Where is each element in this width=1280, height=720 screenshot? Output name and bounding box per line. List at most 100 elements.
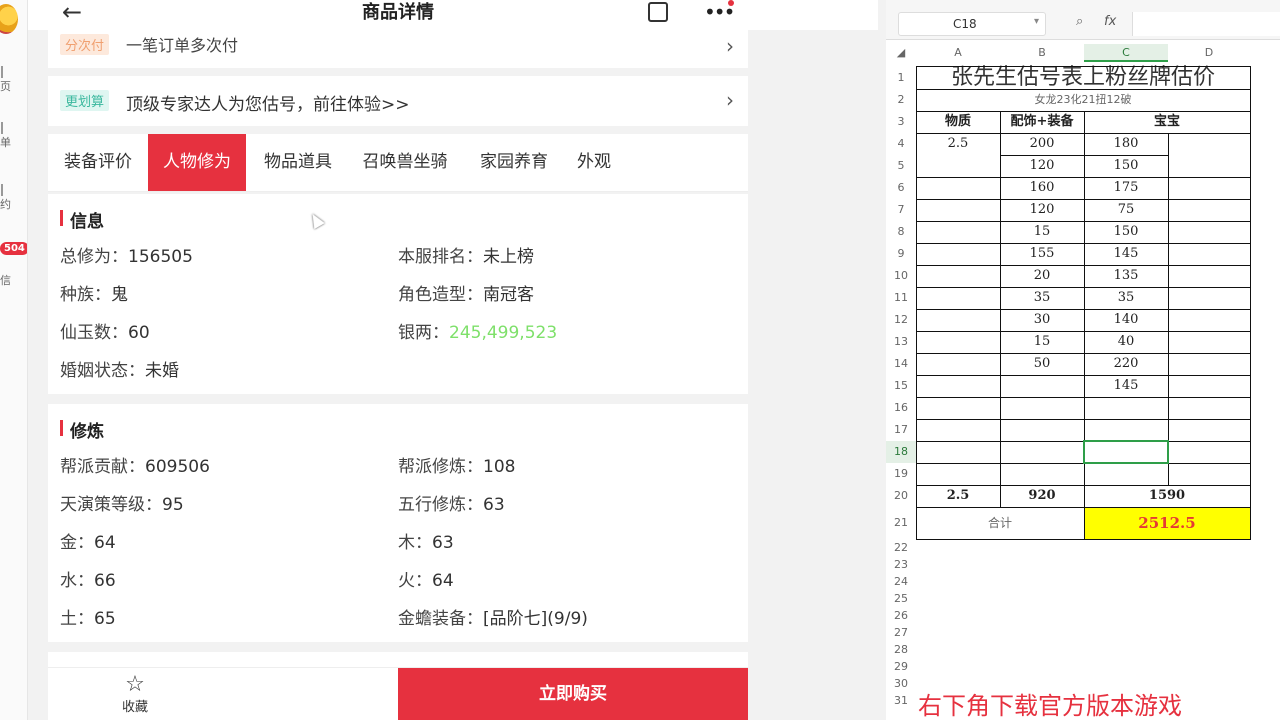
installment-row[interactable]: 分次付 一笔订单多次付 › <box>48 30 748 68</box>
sum-cell-b[interactable]: 920 <box>1000 485 1084 507</box>
row-header-27[interactable]: 27 <box>886 624 916 641</box>
sheet-cell[interactable]: 200 <box>1000 133 1084 155</box>
row-header-1[interactable]: 1 <box>886 66 916 89</box>
row-header-31[interactable]: 31 <box>886 692 916 709</box>
tab-home[interactable]: 家园养育 <box>468 134 560 191</box>
row-header-16[interactable]: 16 <box>886 397 916 419</box>
sheet-cell[interactable]: 150 <box>1084 221 1168 243</box>
sheet-cell[interactable]: 150 <box>1084 155 1168 177</box>
row-header-20[interactable]: 20 <box>886 485 916 507</box>
row-header-23[interactable]: 23 <box>886 556 916 573</box>
row-header-10[interactable]: 10 <box>886 265 916 287</box>
row-header-18[interactable]: 18 <box>886 441 916 463</box>
total-value-cell[interactable]: 2512.5 <box>1084 507 1250 539</box>
tab-equipment[interactable]: 装备评价 <box>52 134 144 191</box>
fx-icon[interactable]: fx <box>1104 14 1116 29</box>
tab-character[interactable]: 人物修为 <box>148 134 246 191</box>
sheet-header-cell[interactable]: 配饰+装备 <box>1000 111 1084 133</box>
row-header-17[interactable]: 17 <box>886 419 916 441</box>
grid-line <box>1084 111 1085 540</box>
sheet-cell[interactable]: 140 <box>1084 309 1168 331</box>
sum-cell-a[interactable]: 2.5 <box>916 485 1000 507</box>
row-header-6[interactable]: 6 <box>886 177 916 199</box>
sidebar-item-booking[interactable]: 约 <box>0 184 27 212</box>
favorite-button[interactable]: ☆ 收藏 <box>118 674 152 716</box>
share-icon[interactable] <box>648 2 668 22</box>
sum-cell-c[interactable]: 1590 <box>1084 485 1250 507</box>
total-label-cell[interactable]: 合计 <box>916 507 1084 539</box>
sidebar-item-home[interactable]: 页 <box>0 66 27 94</box>
row-header-2[interactable]: 2 <box>886 89 916 111</box>
sheet-cell[interactable]: 40 <box>1084 331 1168 353</box>
column-header-a[interactable]: A <box>916 44 1000 62</box>
sidebar-item-orders[interactable]: 单 <box>0 122 27 150</box>
name-box[interactable]: C18 ▾ <box>898 12 1046 36</box>
sheet-cell[interactable]: 15 <box>1000 331 1084 353</box>
row-header-21[interactable]: 21 <box>886 507 916 539</box>
sheet-header-cell[interactable]: 物质 <box>916 111 1000 133</box>
row-header-28[interactable]: 28 <box>886 641 916 658</box>
row-header-3[interactable]: 3 <box>886 111 916 133</box>
sheet-cell[interactable]: 15 <box>1000 221 1084 243</box>
column-header-c[interactable]: C <box>1084 44 1168 62</box>
message-count-badge: 504 <box>0 242 27 255</box>
sheet-cell[interactable]: 160 <box>1000 177 1084 199</box>
sheet-header-cell[interactable]: 宝宝 <box>1084 111 1250 133</box>
row-header-22[interactable]: 22 <box>886 539 916 556</box>
formula-input[interactable] <box>1132 12 1280 36</box>
sheet-cell[interactable]: 155 <box>1000 243 1084 265</box>
cultivation-item: 帮派贡献：609506 <box>60 457 210 477</box>
sheet-cell[interactable]: 75 <box>1084 199 1168 221</box>
row-header-30[interactable]: 30 <box>886 675 916 692</box>
row-header-24[interactable]: 24 <box>886 573 916 590</box>
sheet-subtitle-cell[interactable]: 女龙23化21扭12破 <box>916 89 1250 111</box>
sheet-title-cell[interactable]: 张先生估号表上粉丝牌估价 <box>916 66 1250 89</box>
tab-appearance[interactable]: 外观 <box>566 134 622 191</box>
order-icon <box>1 122 7 134</box>
sidebar-item-messages[interactable]: 信 <box>0 272 27 288</box>
row-header-19[interactable]: 19 <box>886 463 916 485</box>
selected-cell-c18[interactable] <box>1083 440 1169 464</box>
row-header-7[interactable]: 7 <box>886 199 916 221</box>
sheet-cell[interactable]: 30 <box>1000 309 1084 331</box>
sheet-cell[interactable]: 20 <box>1000 265 1084 287</box>
row-header-13[interactable]: 13 <box>886 331 916 353</box>
sheet-cell[interactable]: 145 <box>1084 243 1168 265</box>
row-header-29[interactable]: 29 <box>886 658 916 675</box>
sheet-cell[interactable]: 120 <box>1000 199 1084 221</box>
row-header-25[interactable]: 25 <box>886 590 916 607</box>
sheet-cell[interactable]: 35 <box>1084 287 1168 309</box>
row-header-12[interactable]: 12 <box>886 309 916 331</box>
formula-toolbar: C18 ▾ ⌕ fx <box>886 0 1280 40</box>
tab-pets[interactable]: 召唤兽坐骑 <box>350 134 460 191</box>
row-header-9[interactable]: 9 <box>886 243 916 265</box>
row-header-14[interactable]: 14 <box>886 353 916 375</box>
row-header-8[interactable]: 8 <box>886 221 916 243</box>
column-header-d[interactable]: D <box>1168 44 1250 62</box>
sheet-cell-a4[interactable]: 2.5 <box>916 133 1000 155</box>
appraisal-row[interactable]: 更划算 顶级专家达人为您估号，前往体验>> › <box>48 76 748 126</box>
row-header-11[interactable]: 11 <box>886 287 916 309</box>
tab-items[interactable]: 物品道具 <box>252 134 344 191</box>
sheet-cell[interactable]: 175 <box>1084 177 1168 199</box>
back-arrow-icon[interactable]: ← <box>62 0 82 24</box>
sheet-cell[interactable]: 220 <box>1084 353 1168 375</box>
sheet-cell[interactable]: 120 <box>1000 155 1084 177</box>
buy-now-button[interactable]: 立即购买 <box>398 668 748 720</box>
row-header-5[interactable]: 5 <box>886 155 916 177</box>
sheet-cell[interactable]: 50 <box>1000 353 1084 375</box>
sheet-cell[interactable]: 180 <box>1084 133 1168 155</box>
appraisal-tag: 更划算 <box>60 90 110 111</box>
zoom-icon[interactable]: ⌕ <box>1076 14 1083 29</box>
sheet-cell[interactable]: 35 <box>1000 287 1084 309</box>
sheet-cell[interactable]: 135 <box>1084 265 1168 287</box>
notification-dot <box>728 0 734 6</box>
row-header-15[interactable]: 15 <box>886 375 916 397</box>
grid-line <box>916 66 1251 67</box>
row-header-4[interactable]: 4 <box>886 133 916 155</box>
sheet-cell[interactable]: 145 <box>1084 375 1168 397</box>
row-header-26[interactable]: 26 <box>886 607 916 624</box>
column-header-b[interactable]: B <box>1000 44 1084 62</box>
select-all-corner[interactable]: ◢ <box>886 44 916 62</box>
app-sidebar: 页 单 约 504 信 <box>0 0 28 720</box>
